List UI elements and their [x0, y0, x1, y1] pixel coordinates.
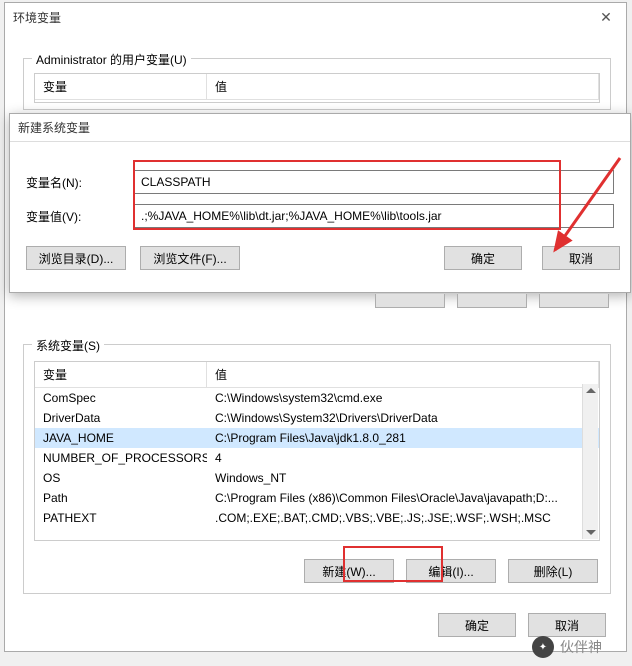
name-input[interactable] — [134, 170, 614, 194]
cell-var: PATHEXT — [35, 510, 207, 526]
delete-button[interactable]: 删除(L) — [508, 559, 598, 583]
cancel-button[interactable]: 取消 — [528, 613, 606, 637]
table-row[interactable]: DriverDataC:\Windows\System32\Drivers\Dr… — [35, 408, 599, 428]
value-row: 变量值(V): — [26, 204, 614, 228]
watermark-text: 伙伴神 — [560, 637, 602, 657]
cell-val: Windows_NT — [207, 470, 599, 486]
cell-val: C:\Program Files (x86)\Common Files\Orac… — [207, 490, 599, 506]
col-value[interactable]: 值 — [207, 362, 599, 387]
browse-dir-button[interactable]: 浏览目录(D)... — [26, 246, 126, 270]
cell-val: C:\Windows\system32\cmd.exe — [207, 390, 599, 406]
table-body[interactable]: ComSpecC:\Windows\system32\cmd.exeDriver… — [35, 388, 599, 528]
name-row: 变量名(N): — [26, 170, 614, 194]
table-row[interactable]: JAVA_HOMEC:\Program Files\Java\jdk1.8.0_… — [35, 428, 599, 448]
browse-file-button[interactable]: 浏览文件(F)... — [140, 246, 240, 270]
table-row[interactable]: OSWindows_NT — [35, 468, 599, 488]
table-row[interactable]: ComSpecC:\Windows\system32\cmd.exe — [35, 388, 599, 408]
cell-var: OS — [35, 470, 207, 486]
obscured-button[interactable]: . — [539, 294, 609, 308]
cell-val: C:\Program Files\Java\jdk1.8.0_281 — [207, 430, 599, 446]
new-sysvar-dialog: 新建系统变量 变量名(N): 变量值(V): 浏览目录(D)... 浏览文件(F… — [9, 113, 631, 293]
new-button[interactable]: 新建(W)... — [304, 559, 394, 583]
cell-val: .COM;.EXE;.BAT;.CMD;.VBS;.VBE;.JS;.JSE;.… — [207, 510, 599, 526]
cell-var: ComSpec — [35, 390, 207, 406]
value-label: 变量值(V): — [26, 208, 134, 225]
table-header: 变量 值 — [35, 74, 599, 100]
table-row[interactable]: PathC:\Program Files (x86)\Common Files\… — [35, 488, 599, 508]
value-input[interactable] — [134, 204, 614, 228]
dialog-title: 新建系统变量 — [18, 119, 90, 136]
table-row[interactable]: PATHEXT.COM;.EXE;.BAT;.CMD;.VBS;.VBE;.JS… — [35, 508, 599, 528]
user-vars-table: 变量 值 — [34, 73, 600, 103]
table-row[interactable]: NUMBER_OF_PROCESSORS4 — [35, 448, 599, 468]
col-value[interactable]: 值 — [207, 74, 599, 99]
dialog-cancel-button[interactable]: 取消 — [542, 246, 620, 270]
window-title: 环境变量 — [13, 9, 61, 26]
cell-var: Path — [35, 490, 207, 506]
user-vars-label: Administrator 的用户变量(U) — [32, 51, 191, 68]
obscured-button[interactable]: . — [457, 294, 527, 308]
watermark: ✦ 伙伴神 — [532, 636, 602, 658]
cell-var: DriverData — [35, 410, 207, 426]
scrollbar[interactable] — [582, 384, 598, 539]
user-vars-group: Administrator 的用户变量(U) 变量 值 — [23, 58, 611, 110]
name-label: 变量名(N): — [26, 174, 134, 191]
cell-var: NUMBER_OF_PROCESSORS — [35, 450, 207, 466]
titlebar: 环境变量 ✕ — [5, 3, 626, 31]
system-vars-group: 系统变量(S) 变量 值 ComSpecC:\Windows\system32\… — [23, 344, 611, 594]
env-vars-window: 环境变量 ✕ Administrator 的用户变量(U) 变量 值 系统变量(… — [4, 2, 627, 652]
system-vars-label: 系统变量(S) — [32, 337, 104, 354]
col-variable[interactable]: 变量 — [35, 362, 207, 387]
close-icon[interactable]: ✕ — [586, 3, 626, 31]
cell-var: JAVA_HOME — [35, 430, 207, 446]
obscured-button[interactable]: . — [375, 294, 445, 308]
wechat-icon: ✦ — [532, 636, 554, 658]
system-vars-table: 变量 值 ComSpecC:\Windows\system32\cmd.exeD… — [34, 361, 600, 541]
titlebar: 新建系统变量 — [10, 114, 630, 142]
cell-val: C:\Windows\System32\Drivers\DriverData — [207, 410, 599, 426]
ok-button[interactable]: 确定 — [438, 613, 516, 637]
col-variable[interactable]: 变量 — [35, 74, 207, 99]
edit-button[interactable]: 编辑(I)... — [406, 559, 496, 583]
table-header: 变量 值 — [35, 362, 599, 388]
cell-val: 4 — [207, 450, 599, 466]
dialog-ok-button[interactable]: 确定 — [444, 246, 522, 270]
